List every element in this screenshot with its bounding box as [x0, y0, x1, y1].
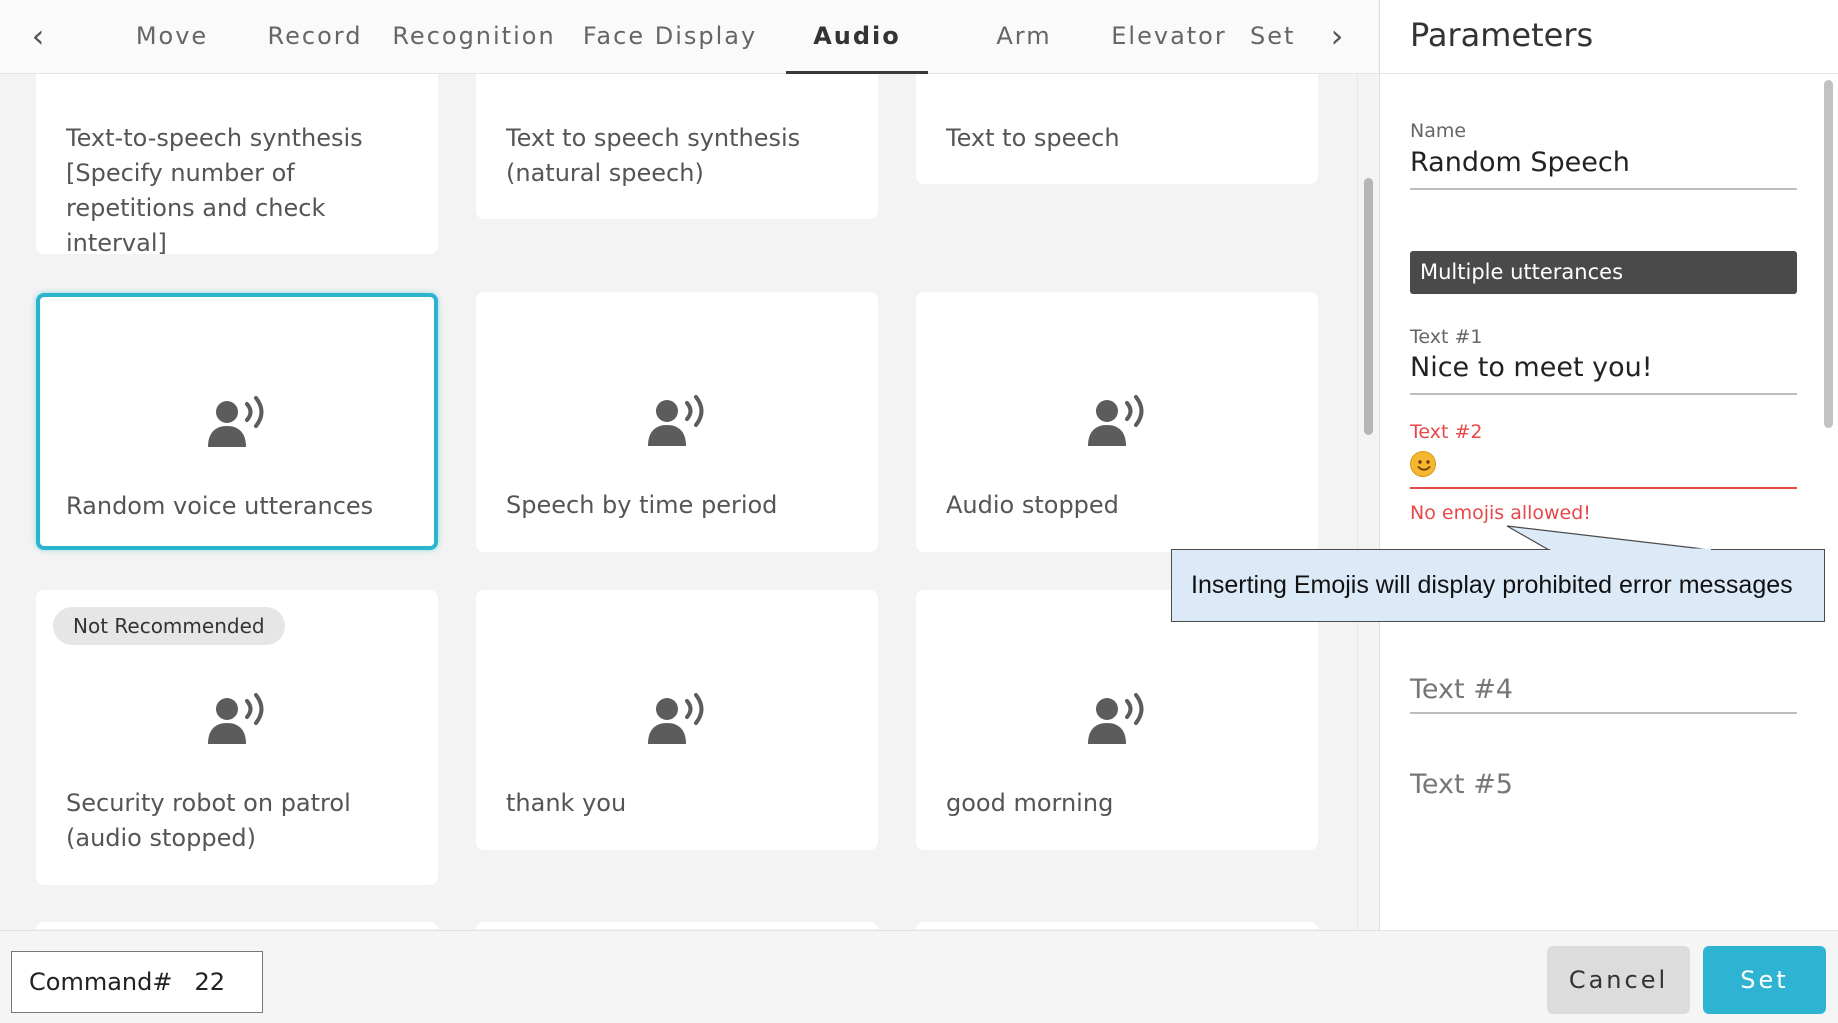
footer-bar: Command# 22 Cancel Set — [0, 930, 1838, 1023]
text2-label: Text #2 — [1410, 421, 1483, 443]
text2-error-message: No emojis allowed! — [1410, 502, 1591, 524]
command-card-tts-repetitions[interactable]: Text-to-speech synthesis [Specify number… — [36, 74, 438, 257]
set-button[interactable]: Set — [1703, 946, 1826, 1014]
annotation-callout: Inserting Emojis will display prohibited… — [1171, 549, 1825, 622]
panel-header: Parameters — [1380, 0, 1838, 74]
panel-scrollbar-thumb[interactable] — [1824, 80, 1833, 428]
command-grid: Text-to-speech synthesis [Specify number… — [0, 74, 1355, 929]
command-card-thank-you[interactable]: thank you — [476, 590, 878, 850]
command-card-speech-time-period[interactable]: Speech by time period — [476, 292, 878, 552]
tab-recognition[interactable]: Recognition — [386, 0, 562, 74]
tab-scroll-right-icon[interactable]: › — [1307, 0, 1367, 72]
card-label: Speech by time period — [506, 491, 778, 519]
command-card-partial[interactable] — [916, 922, 1318, 929]
card-label: Security robot on patrol (audio stopped) — [66, 789, 351, 852]
speaking-person-icon — [1086, 394, 1150, 448]
card-label: good morning — [946, 789, 1114, 817]
tab-audio[interactable]: Audio — [786, 0, 928, 74]
command-card-partial[interactable] — [476, 922, 878, 929]
card-label: thank you — [506, 789, 627, 817]
name-value: Random Speech — [1410, 147, 1630, 178]
command-card-partial[interactable] — [36, 922, 438, 929]
tab-arm[interactable]: Arm — [962, 0, 1086, 74]
tab-record[interactable]: Record — [252, 0, 378, 74]
card-label: Random voice utterances — [66, 492, 374, 520]
name-label: Name — [1410, 120, 1467, 142]
card-label: Text to speech synthesis (natural speech… — [506, 124, 801, 187]
tab-elevator[interactable]: Elevator — [1096, 0, 1242, 74]
command-card-tts[interactable]: Text to speech — [916, 74, 1318, 184]
command-number: 22 — [194, 968, 226, 996]
card-label: Text-to-speech synthesis [Specify number… — [66, 124, 363, 257]
tab-strip: Move Record Recognition Face Display Aud… — [86, 0, 1300, 74]
command-number-field: Command# 22 — [11, 951, 263, 1013]
command-card-tts-natural[interactable]: Text to speech synthesis (natural speech… — [476, 74, 878, 219]
tab-face-display[interactable]: Face Display — [580, 0, 760, 74]
text5-placeholder: Text #5 — [1410, 769, 1513, 800]
text1-label: Text #1 — [1410, 326, 1483, 348]
speaking-person-icon — [646, 394, 710, 448]
parameters-panel: Parameters Name Random Speech Multiple u… — [1379, 0, 1838, 930]
text4-input[interactable] — [1410, 712, 1797, 714]
speaking-person-icon — [646, 692, 710, 746]
smiling-face-emoji-icon — [1410, 451, 1436, 477]
text4-placeholder: Text #4 — [1410, 674, 1513, 705]
tab-move[interactable]: Move — [106, 0, 238, 74]
cancel-button[interactable]: Cancel — [1547, 946, 1690, 1014]
command-label: Command# — [29, 968, 173, 996]
grid-scrollbar-thumb[interactable] — [1364, 178, 1373, 435]
card-label: Audio stopped — [946, 491, 1119, 519]
command-card-audio-stopped[interactable]: Audio stopped — [916, 292, 1318, 552]
tab-scroll-left-icon[interactable]: ‹ — [8, 0, 68, 72]
multiple-utterances-header: Multiple utterances — [1410, 251, 1797, 294]
text1-input[interactable] — [1410, 393, 1797, 395]
tab-settings[interactable]: Set — [1250, 0, 1300, 74]
command-card-security-patrol[interactable]: Not Recommended Security robot on patrol… — [36, 590, 438, 885]
name-input[interactable] — [1410, 188, 1797, 190]
command-card-good-morning[interactable]: good morning — [916, 590, 1318, 850]
speaking-person-icon — [206, 395, 270, 449]
text2-input[interactable] — [1410, 487, 1797, 489]
not-recommended-badge: Not Recommended — [53, 607, 285, 645]
speaking-person-icon — [206, 692, 270, 746]
text1-value: Nice to meet you! — [1410, 352, 1653, 383]
speaking-person-icon — [1086, 692, 1150, 746]
command-card-random-voice[interactable]: Random voice utterances — [36, 293, 438, 550]
tab-bar: ‹ Move Record Recognition Face Display A… — [0, 0, 1378, 74]
card-label: Text to speech — [946, 124, 1120, 152]
panel-title: Parameters — [1410, 16, 1594, 54]
